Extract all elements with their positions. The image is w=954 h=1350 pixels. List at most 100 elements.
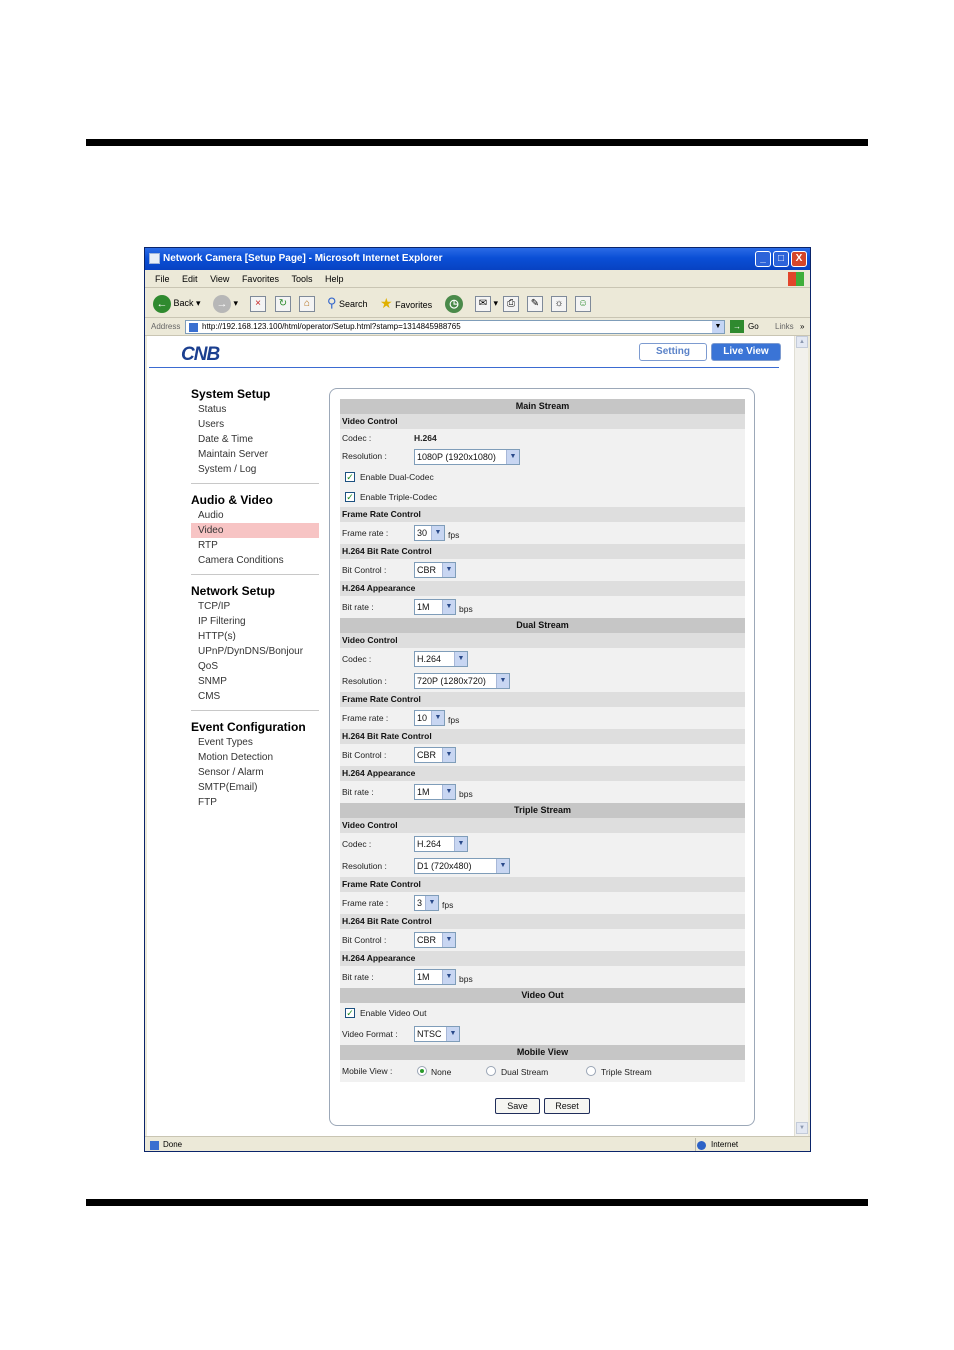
refresh-button[interactable]: ↻ [275,293,291,313]
stop-button[interactable]: × [250,293,266,313]
sidebar-item-sensor-alarm[interactable]: Sensor / Alarm [191,765,319,780]
go-arrow-icon[interactable]: → [730,320,744,333]
save-button[interactable]: Save [495,1098,540,1114]
search-button[interactable]: ⚲ Search [327,293,368,313]
scroll-down-icon[interactable]: ▼ [796,1122,808,1134]
sidebar-item-camera-conditions[interactable]: Camera Conditions [191,553,319,568]
chevron-down-icon: ▼ [442,785,455,799]
sidebar-item-users[interactable]: Users [191,417,319,432]
sidebar-item-status[interactable]: Status [191,402,319,417]
sidebar-item-upnp[interactable]: UPnP/DynDNS/Bonjour [191,644,319,659]
dual-bit-control-row: Bit Control : CBR ▼ [340,744,745,766]
main-resolution-select[interactable]: 1080P (1920x1080) ▼ [414,449,520,465]
address-input[interactable]: http://192.168.123.100/html/operator/Set… [185,320,725,334]
dual-bit-rate-select[interactable]: 1M ▼ [414,784,456,800]
triple-bit-control-select[interactable]: CBR ▼ [414,932,456,948]
menu-view[interactable]: View [210,270,229,288]
search-icon: ⚲ [327,295,337,310]
sidebar-item-system-log[interactable]: System / Log [191,462,319,477]
main-frame-rate-select[interactable]: 30 ▼ [414,525,445,541]
main-bit-control-label: Bit Control : [342,565,387,575]
triple-bit-control-row: Bit Control : CBR ▼ [340,929,745,951]
reset-button[interactable]: Reset [544,1098,590,1114]
history-button[interactable]: ◷ [445,293,463,313]
setting-button[interactable]: Setting [639,343,707,361]
minimize-button[interactable]: _ [755,251,771,267]
chevron-down-icon: ▼ [425,896,438,910]
dual-resolution-select[interactable]: 720P (1280x720) ▼ [414,673,510,689]
close-button[interactable]: X [791,251,807,267]
page-content: CNB Setting Live View System Setup Statu… [147,336,808,1136]
dual-frame-rate-select[interactable]: 10 ▼ [414,710,445,726]
triple-resolution-select[interactable]: D1 (720x480) ▼ [414,858,510,874]
mobile-view-triple-radio[interactable] [586,1066,596,1076]
address-dropdown-icon[interactable]: ▼ [712,321,724,333]
dual-codec-select[interactable]: H.264 ▼ [414,651,468,667]
triple-frame-rate-select[interactable]: 3 ▼ [414,895,439,911]
triple-video-control-header: Video Control [340,818,745,833]
mobile-view-none-radio[interactable] [417,1066,427,1076]
address-label: Address [151,322,181,331]
sidebar-item-ftp[interactable]: FTP [191,795,319,810]
sidebar-item-tcpip[interactable]: TCP/IP [191,599,319,614]
dual-frame-rate-value: 10 [417,713,428,723]
triple-resolution-label: Resolution : [342,861,387,871]
go-button[interactable]: Go [748,318,759,336]
home-button[interactable]: ⌂ [299,293,315,313]
main-resolution-row: Resolution : 1080P (1920x1080) ▼ [340,447,745,467]
sidebar-item-date-time[interactable]: Date & Time [191,432,319,447]
dual-bit-control-select[interactable]: CBR ▼ [414,747,456,763]
sidebar-item-ip-filtering[interactable]: IP Filtering [191,614,319,629]
sidebar-item-snmp[interactable]: SNMP [191,674,319,689]
page-done-icon [150,1141,159,1150]
sidebar-item-qos[interactable]: QoS [191,659,319,674]
live-view-button[interactable]: Live View [711,343,781,361]
dual-codec-checkbox[interactable]: ✓ [345,472,355,482]
scroll-up-icon[interactable]: ▲ [796,336,808,348]
triple-codec-select[interactable]: H.264 ▼ [414,836,468,852]
sidebar-item-motion-detection[interactable]: Motion Detection [191,750,319,765]
triple-codec-checkbox[interactable]: ✓ [345,492,355,502]
video-format-select[interactable]: NTSC ▼ [414,1026,460,1042]
triple-bit-rate-value: 1M [417,972,430,982]
vertical-scrollbar[interactable]: ▲ ▼ [794,336,808,1136]
browser-window: Network Camera [Setup Page] - Microsoft … [144,247,811,1152]
menu-file[interactable]: File [155,270,170,288]
chevron-down-icon: ▼ [454,837,467,851]
sidebar-item-rtp[interactable]: RTP [191,538,319,553]
triple-bit-rate-select[interactable]: 1M ▼ [414,969,456,985]
sidebar-item-event-types[interactable]: Event Types [191,735,319,750]
sidebar-divider [191,710,319,711]
video-format-row: Video Format : NTSC ▼ [340,1023,745,1045]
print-icon: ⎙ [503,295,519,312]
menu-help[interactable]: Help [325,270,344,288]
chevron-right-icon[interactable]: » [800,318,804,336]
edit-button[interactable]: ✎ [527,293,543,313]
main-bit-rate-select[interactable]: 1M ▼ [414,599,456,615]
main-bps-unit: bps [459,604,473,614]
sidebar-item-https[interactable]: HTTP(s) [191,629,319,644]
video-out-checkbox[interactable]: ✓ [345,1008,355,1018]
sidebar-item-video[interactable]: Video [191,523,319,538]
menu-favorites[interactable]: Favorites [242,270,279,288]
forward-button[interactable]: → ▾ [213,293,238,313]
back-button[interactable]: ← Back ▾ [153,293,201,313]
menu-tools[interactable]: Tools [291,270,312,288]
triple-codec-label: Codec : [342,839,372,849]
mail-button[interactable]: ✉ ▾ [475,293,498,313]
sidebar-item-smtp-email[interactable]: SMTP(Email) [191,780,319,795]
favorites-button[interactable]: ★ Favorites [380,293,432,313]
discuss-button[interactable]: ☼ [551,293,567,313]
messenger-button[interactable]: ☺ [575,293,591,313]
maximize-button[interactable]: □ [773,251,789,267]
sidebar-item-audio[interactable]: Audio [191,508,319,523]
dual-frame-rate-control-header: Frame Rate Control [340,692,745,707]
main-bit-control-select[interactable]: CBR ▼ [414,562,456,578]
video-format-label: Video Format : [342,1029,398,1039]
print-button[interactable]: ⎙ [503,293,519,313]
menu-edit[interactable]: Edit [182,270,198,288]
sidebar-item-maintain-server[interactable]: Maintain Server [191,447,319,462]
mobile-view-dual-radio[interactable] [486,1066,496,1076]
sidebar-item-cms[interactable]: CMS [191,689,319,704]
links-label[interactable]: Links [775,318,794,336]
